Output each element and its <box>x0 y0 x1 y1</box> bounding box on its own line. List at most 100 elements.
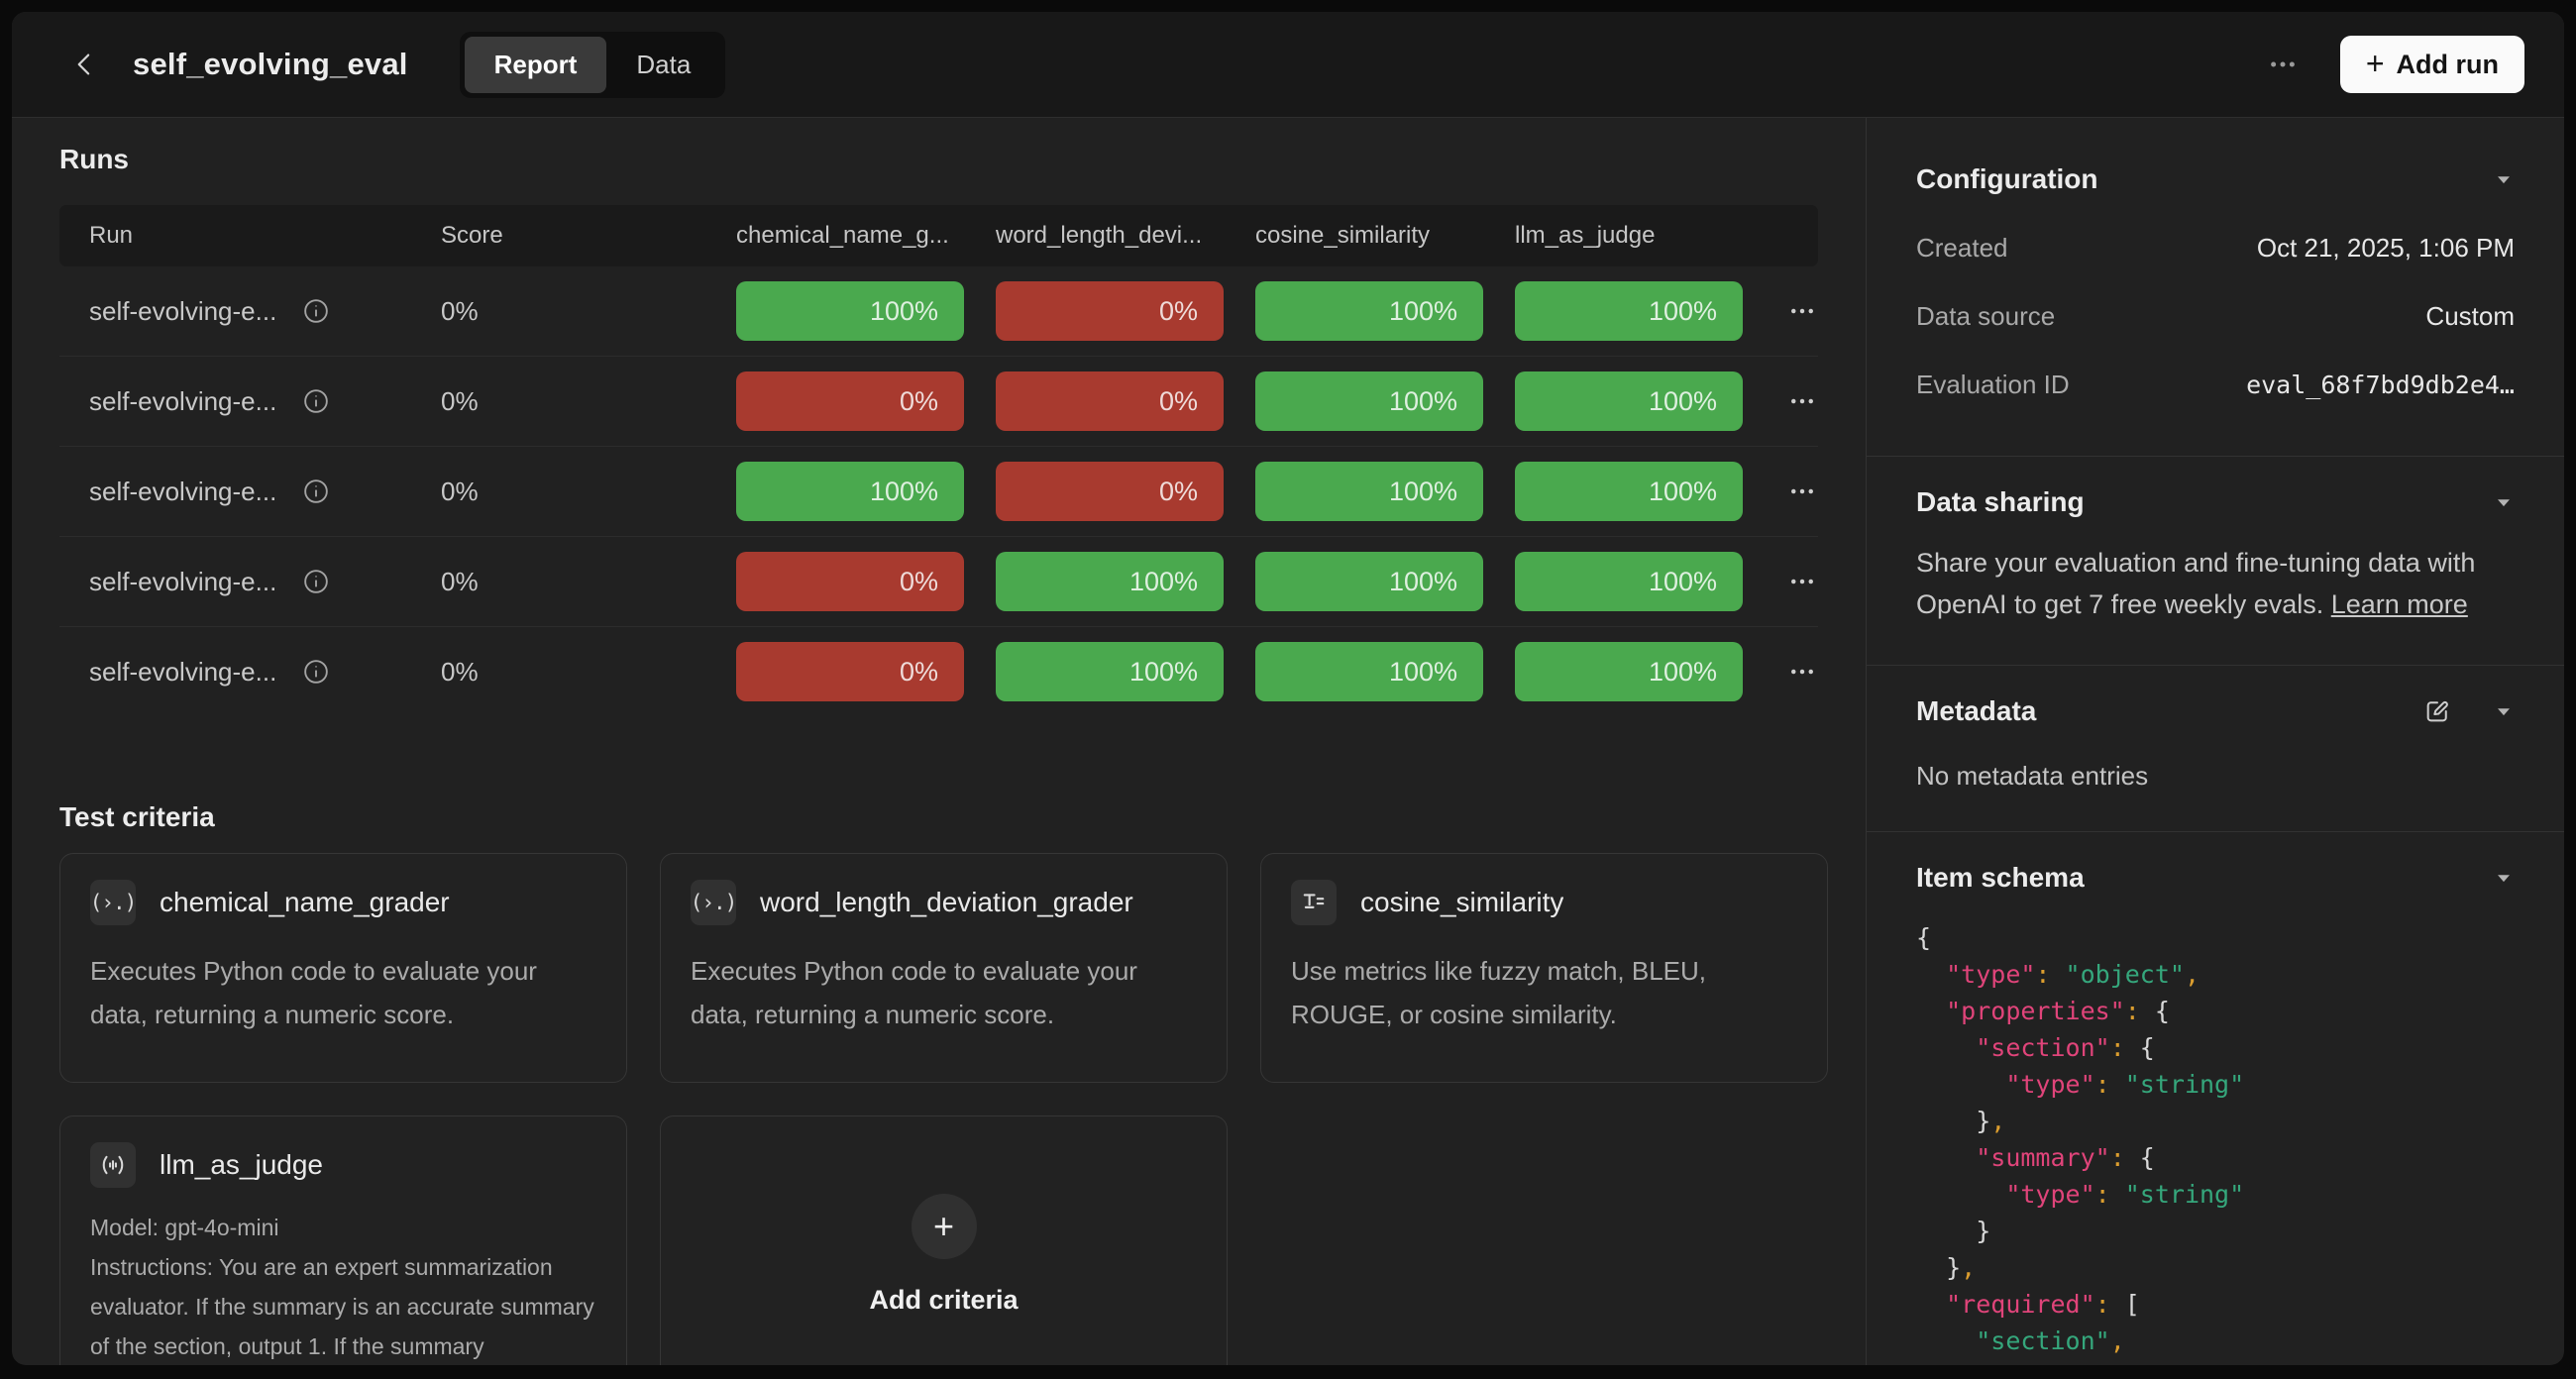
code-line: "section", <box>1916 1323 2515 1359</box>
criteria-description: Use metrics like fuzzy match, BLEU, ROUG… <box>1291 949 1797 1036</box>
criteria-card[interactable]: cosine_similarity Use metrics like fuzzy… <box>1260 853 1828 1083</box>
table-row[interactable]: self-evolving-e... 0% 100%0%100%100% <box>59 446 1818 536</box>
ellipsis-icon <box>1788 387 1816 415</box>
learn-more-link[interactable]: Learn more <box>2331 589 2468 619</box>
row-actions-button[interactable] <box>1788 477 1816 505</box>
criteria-title: word_length_deviation_grader <box>760 887 1133 918</box>
add-run-button[interactable]: + Add run <box>2340 36 2524 93</box>
runs-table: self-evolving-e... 0% 100%0%100%100% sel… <box>59 266 1818 716</box>
criteria-card[interactable]: llm_as_judge Model: gpt-4o-mini Instruct… <box>59 1115 627 1365</box>
info-icon <box>302 477 330 505</box>
tab-report[interactable]: Report <box>465 37 607 93</box>
config-row: Evaluation ID eval_68f7bd9db2e4… <box>1916 370 2515 400</box>
run-score: 0% <box>441 296 736 327</box>
run-name[interactable]: self-evolving-e... <box>89 657 276 688</box>
run-name[interactable]: self-evolving-e... <box>89 567 276 597</box>
table-header: RunScorechemical_name_g...word_length_de… <box>59 205 1818 266</box>
edit-metadata-button[interactable] <box>2423 697 2451 725</box>
chevron-down-icon[interactable] <box>2493 700 2515 722</box>
run-score: 0% <box>441 567 736 597</box>
info-icon <box>302 658 330 686</box>
column-header-2: chemical_name_g... <box>736 222 996 250</box>
chevron-down-icon[interactable] <box>2493 491 2515 513</box>
ellipsis-icon <box>1788 297 1816 325</box>
info-icon[interactable] <box>302 387 330 415</box>
metric-badge: 100% <box>736 281 964 341</box>
chevron-down-icon[interactable] <box>2493 867 2515 889</box>
info-icon[interactable] <box>302 568 330 595</box>
metric-badge: 100% <box>1515 281 1743 341</box>
config-value: Custom <box>2425 301 2515 332</box>
info-icon[interactable] <box>302 297 330 325</box>
config-value: eval_68f7bd9db2e4… <box>2246 371 2515 399</box>
run-name[interactable]: self-evolving-e... <box>89 296 276 327</box>
column-header-1: Score <box>441 222 736 250</box>
tab-group: Report Data <box>460 32 726 98</box>
model-grader-icon <box>90 1142 136 1188</box>
tab-data[interactable]: Data <box>606 37 720 93</box>
info-icon[interactable] <box>302 658 330 686</box>
metric-badge: 100% <box>1515 462 1743 521</box>
configuration-heading: Configuration <box>1916 163 2098 195</box>
config-label: Created <box>1916 233 2008 264</box>
model-grader-icon <box>100 1152 126 1178</box>
table-row[interactable]: self-evolving-e... 0% 100%0%100%100% <box>59 266 1818 356</box>
criteria-card[interactable]: (›.) chemical_name_grader Executes Pytho… <box>59 853 627 1083</box>
plus-icon: + <box>2366 48 2385 79</box>
runs-heading: Runs <box>59 144 1818 175</box>
info-icon <box>302 297 330 325</box>
column-header-3: word_length_devi... <box>996 222 1255 250</box>
add-criteria-label: Add criteria <box>869 1285 1018 1316</box>
plus-icon: + <box>912 1194 977 1259</box>
table-row[interactable]: self-evolving-e... 0% 0%100%100%100% <box>59 626 1818 716</box>
code-line: }, <box>1916 1249 2515 1286</box>
info-icon[interactable] <box>302 477 330 505</box>
code-grader-icon: (›.) <box>90 880 136 925</box>
criteria-title: chemical_name_grader <box>160 887 450 918</box>
row-actions-button[interactable] <box>1788 297 1816 325</box>
criteria-title: cosine_similarity <box>1360 887 1563 918</box>
back-button[interactable] <box>63 43 107 86</box>
pencil-square-icon <box>2423 697 2451 725</box>
code-line: "type": "object", <box>1916 956 2515 993</box>
row-actions-button[interactable] <box>1788 568 1816 595</box>
text-similarity-icon <box>1291 880 1337 925</box>
table-row[interactable]: self-evolving-e... 0% 0%100%100%100% <box>59 536 1818 626</box>
row-actions-button[interactable] <box>1788 658 1816 686</box>
criteria-description: Executes Python code to evaluate your da… <box>691 949 1197 1036</box>
config-label: Data source <box>1916 301 2055 332</box>
metric-badge: 100% <box>1255 281 1483 341</box>
metric-badge: 100% <box>996 552 1224 611</box>
info-icon <box>302 387 330 415</box>
code-line: "properties": { <box>1916 993 2515 1029</box>
chevron-down-icon[interactable] <box>2493 168 2515 190</box>
metadata-section: Metadata No metadata entries <box>1916 666 2515 831</box>
info-icon <box>302 568 330 595</box>
criteria-cards: (›.) chemical_name_grader Executes Pytho… <box>59 853 1818 1365</box>
add-criteria-button[interactable]: + Add criteria <box>660 1115 1228 1365</box>
item-schema-heading: Item schema <box>1916 862 2085 894</box>
more-options-button[interactable] <box>2255 37 2310 92</box>
ellipsis-icon <box>1788 477 1816 505</box>
run-name[interactable]: self-evolving-e... <box>89 477 276 507</box>
metric-badge: 0% <box>996 371 1224 431</box>
metric-badge: 100% <box>1255 642 1483 701</box>
table-row[interactable]: self-evolving-e... 0% 0%0%100%100% <box>59 356 1818 446</box>
criteria-description: Model: gpt-4o-mini Instructions: You are… <box>90 1208 596 1365</box>
row-actions-button[interactable] <box>1788 387 1816 415</box>
ellipsis-icon <box>1788 568 1816 595</box>
main-panel: Runs RunScorechemical_name_g...word_leng… <box>12 118 1866 1365</box>
code-line: "section": { <box>1916 1029 2515 1066</box>
details-sidebar: Configuration Created Oct 21, 2025, 1:06… <box>1866 118 2564 1365</box>
run-score: 0% <box>441 657 736 688</box>
code-grader-icon: (›.) <box>691 891 737 914</box>
metric-badge: 100% <box>1515 552 1743 611</box>
metric-badge: 0% <box>736 642 964 701</box>
metadata-empty-text: No metadata entries <box>1916 761 2515 792</box>
data-sharing-text: Share your evaluation and fine-tuning da… <box>1916 542 2515 625</box>
code-line: "type": "string" <box>1916 1176 2515 1213</box>
metric-badge: 0% <box>736 552 964 611</box>
code-line: "summary": { <box>1916 1139 2515 1176</box>
criteria-card[interactable]: (›.) word_length_deviation_grader Execut… <box>660 853 1228 1083</box>
run-name[interactable]: self-evolving-e... <box>89 386 276 417</box>
